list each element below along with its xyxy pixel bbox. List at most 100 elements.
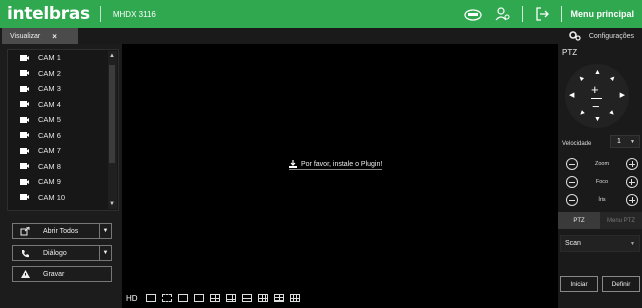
camera-item[interactable]: CAM 10 — [8, 190, 118, 206]
focus-label: Foco — [595, 179, 609, 185]
fullscreen-icon[interactable] — [161, 294, 172, 302]
tab-ptz[interactable]: PTZ — [558, 212, 600, 229]
start-button[interactable]: Iniciar — [560, 276, 598, 292]
warning-icon — [13, 270, 37, 278]
camera-label: CAM 10 — [38, 192, 66, 202]
ptz-title: PTZ — [562, 48, 578, 57]
header-divider-2 — [561, 6, 563, 22]
layout-13-icon[interactable] — [273, 294, 284, 302]
iris-minus-button[interactable] — [566, 194, 578, 206]
dialog-button[interactable]: Diálogo ▼ — [12, 245, 112, 261]
camera-icon — [20, 209, 30, 210]
speed-select[interactable]: 1 ▼ — [610, 135, 640, 148]
camera-icon — [20, 178, 30, 185]
layout-1-icon[interactable] — [177, 294, 188, 302]
focus-minus-button[interactable] — [566, 176, 578, 188]
ptz-right-arrow-icon[interactable]: ▶ — [620, 91, 625, 99]
chevron-down-icon: ▼ — [630, 139, 635, 145]
layout-9-icon[interactable] — [257, 294, 268, 302]
camera-label: CAM 5 — [38, 115, 61, 125]
left-panel: CAM 1 CAM 2 CAM 3 CAM 4 CAM 5 CAM 6 CAM 7 CAM 8… — [0, 44, 122, 308]
download-icon — [289, 160, 297, 168]
top-bar: intelbras MHDX 3116 Menu principal — [0, 0, 642, 28]
ptz-zoom-out-icon[interactable]: − — [592, 99, 600, 114]
zoom-control: Zoom — [566, 157, 638, 171]
users-icon[interactable] — [492, 3, 514, 25]
open-all-dropdown-icon[interactable]: ▼ — [99, 224, 111, 238]
camera-item[interactable]: CAM 3 — [8, 81, 118, 97]
install-plugin-link[interactable]: Por favor, instale o Plugin! — [289, 160, 383, 170]
layout-4-icon[interactable] — [209, 294, 220, 302]
ptz-downleft-arrow-icon[interactable]: ▼ — [577, 109, 587, 119]
record-label: Gravar — [43, 270, 65, 278]
layout-16-icon[interactable] — [289, 294, 300, 302]
speed-label: Velocidade — [562, 141, 592, 147]
camera-label: CAM 9 — [38, 177, 61, 187]
snapshot-icon[interactable] — [145, 294, 156, 302]
ptz-upright-arrow-icon[interactable]: ▲ — [608, 74, 618, 84]
camera-icon — [20, 163, 30, 170]
zoom-plus-button[interactable] — [626, 158, 638, 170]
open-all-label: Abrir Todos — [43, 227, 79, 235]
camera-item[interactable]: CAM 9 — [8, 174, 118, 190]
tab-visualizar[interactable]: Visualizar × — [2, 28, 78, 44]
camera-item[interactable]: CAM 11 — [8, 205, 118, 210]
ptz-down-arrow-icon[interactable]: ▼ — [594, 116, 601, 123]
header-divider-right — [522, 6, 524, 22]
logout-icon[interactable] — [531, 3, 553, 25]
open-external-icon — [13, 226, 37, 236]
ptz-downright-arrow-icon[interactable]: ▼ — [608, 109, 618, 119]
iris-plus-button[interactable] — [626, 194, 638, 206]
camera-icon — [20, 101, 30, 108]
layout-6-icon[interactable] — [225, 294, 236, 302]
camera-list: CAM 1 CAM 2 CAM 3 CAM 4 CAM 5 CAM 6 CAM 7 CAM 8… — [7, 49, 119, 211]
gears-icon — [569, 31, 581, 41]
main-menu-link[interactable]: Menu principal — [570, 9, 634, 19]
zoom-label: Zoom — [594, 161, 610, 167]
config-button[interactable]: Configurações — [569, 28, 634, 44]
tab-row: Visualizar × Configurações — [0, 28, 642, 44]
camera-label: CAM 7 — [38, 146, 61, 156]
ptz-upleft-arrow-icon[interactable]: ▲ — [577, 74, 587, 84]
camera-item[interactable]: CAM 7 — [8, 143, 118, 159]
camera-item[interactable]: CAM 6 — [8, 128, 118, 144]
focus-control: Foco — [566, 175, 638, 189]
dialog-dropdown-icon[interactable]: ▼ — [99, 246, 111, 260]
layout-8-icon[interactable] — [241, 294, 252, 302]
tab-menu-ptz[interactable]: Menu PTZ — [600, 212, 642, 229]
chevron-down-icon: ▼ — [630, 241, 635, 247]
close-icon[interactable]: × — [52, 32, 57, 41]
camera-list-scrollbar[interactable]: ▲ ▼ — [108, 51, 117, 209]
cloud-icon[interactable] — [462, 3, 484, 25]
ptz-left-arrow-icon[interactable]: ◀ — [569, 91, 574, 99]
video-area[interactable]: Por favor, instale o Plugin! — [122, 44, 558, 288]
camera-item[interactable]: CAM 4 — [8, 97, 118, 113]
set-button[interactable]: Definir — [602, 276, 640, 292]
camera-icon — [20, 147, 30, 154]
record-button[interactable]: Gravar — [12, 266, 112, 282]
zoom-minus-button[interactable] — [566, 158, 578, 170]
phone-icon — [13, 249, 37, 258]
camera-item[interactable]: CAM 2 — [8, 66, 118, 82]
camera-item[interactable]: CAM 1 — [8, 50, 118, 66]
camera-item[interactable]: CAM 5 — [8, 112, 118, 128]
focus-plus-button[interactable] — [625, 176, 638, 188]
ptz-zoom-in-icon[interactable]: + — [591, 82, 599, 97]
scroll-down-icon[interactable]: ▼ — [109, 201, 115, 207]
open-all-button[interactable]: Abrir Todos ▼ — [12, 223, 112, 239]
camera-label: CAM 4 — [38, 99, 61, 109]
layout-1-alt-icon[interactable] — [193, 294, 204, 302]
scan-select[interactable]: Scan ▼ — [560, 235, 640, 252]
scroll-thumb[interactable] — [109, 65, 115, 163]
ptz-up-arrow-icon[interactable]: ▲ — [594, 69, 601, 76]
camera-label: CAM 11 — [38, 208, 65, 210]
camera-icon — [20, 132, 30, 139]
hd-toggle[interactable]: HD — [126, 294, 138, 303]
header-divider — [99, 6, 101, 22]
scan-value: Scan — [565, 240, 581, 247]
camera-item[interactable]: CAM 8 — [8, 159, 118, 175]
camera-label: CAM 6 — [38, 130, 61, 140]
scroll-up-icon[interactable]: ▲ — [109, 53, 115, 59]
tab-visualizar-label: Visualizar — [10, 32, 41, 40]
device-model: MHDX 3116 — [112, 9, 156, 19]
